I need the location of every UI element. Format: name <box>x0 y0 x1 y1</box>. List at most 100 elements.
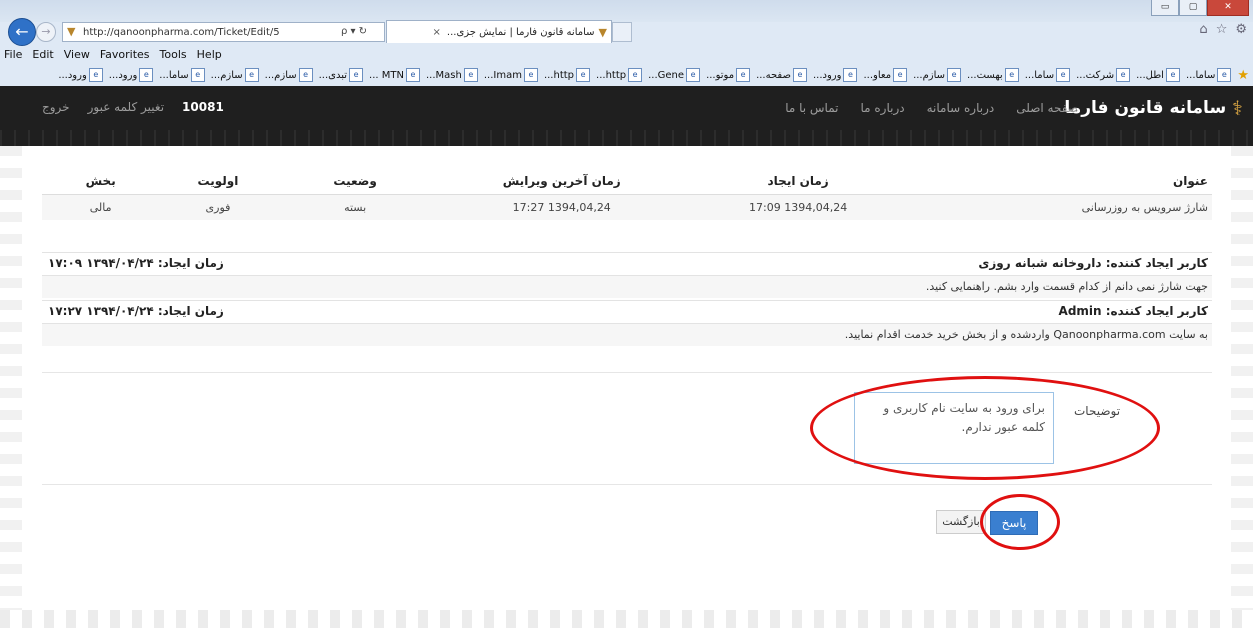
favorite-link[interactable]: e شرکت... <box>1076 68 1131 82</box>
forward-button[interactable]: → <box>36 22 56 42</box>
favorite-link[interactable]: e ورود... <box>58 68 103 82</box>
change-password-link[interactable]: تغییر کلمه عبور <box>88 100 164 114</box>
favorite-link[interactable]: e ورود... <box>109 68 154 82</box>
favorite-link[interactable]: e http... <box>596 68 643 82</box>
address-bar[interactable]: ▼ http://qanoonpharma.com/Ticket/Edit/5 <box>62 22 326 42</box>
col-status: وضعیت <box>276 168 434 195</box>
favorite-link[interactable]: e ساما... <box>159 68 205 82</box>
message-text: به سایت Qanoonpharma.com واردشده و از بخ… <box>844 328 1208 341</box>
menu-help[interactable]: Help <box>197 48 222 64</box>
brand-name: سامانه قانون فارما <box>1064 98 1227 118</box>
page-icon: e <box>628 68 643 82</box>
favorite-link[interactable]: e معاو... <box>863 68 908 82</box>
favorite-link[interactable]: e MTN ... <box>369 68 420 82</box>
table-row: شارژ سرویس به روزرسانی 1394,04,24 17:09 … <box>42 194 1212 220</box>
message-header: کاربر ایجاد کننده: Admin زمان ایجاد: ۱۳۹… <box>42 300 1212 324</box>
site-favicon-icon: ▼ <box>67 25 76 38</box>
menu-favorites[interactable]: Favorites <box>100 48 150 64</box>
cell-section: مالی <box>42 194 160 220</box>
home-icon[interactable]: ⌂ <box>1199 22 1207 37</box>
col-section: بخش <box>42 168 160 195</box>
message-created: زمان ایجاد: ۱۳۹۴/۰۴/۲۴ ۱۷:۲۷ <box>48 304 224 318</box>
tab-favicon-icon: ▼ <box>598 25 607 39</box>
site-navbar: ⚕ سامانه قانون فارما صفحه اصلی درباره سا… <box>0 86 1253 130</box>
cell-title: شارژ سرویس به روزرسانی <box>906 194 1212 220</box>
message-body: جهت شارژ نمی دانم از کدام قسمت وارد بشم.… <box>42 276 1212 298</box>
favorite-link[interactable]: e Mash... <box>426 68 478 82</box>
user-id[interactable]: 10081 <box>182 100 224 114</box>
message-text: جهت شارژ نمی دانم از کدام قسمت وارد بشم.… <box>925 280 1208 293</box>
favorite-link[interactable]: e تبدی... <box>319 68 364 82</box>
message-created: زمان ایجاد: ۱۳۹۴/۰۴/۲۴ ۱۷:۰۹ <box>48 256 224 270</box>
page-icon: e <box>1217 68 1232 82</box>
browser-tool-icons: ⌂ ☆ ⚙ <box>1199 22 1247 37</box>
menu-edit[interactable]: Edit <box>32 48 53 64</box>
address-url[interactable]: http://qanoonpharma.com/Ticket/Edit/5 <box>83 27 280 38</box>
left-pattern <box>0 146 22 628</box>
ticket-content: عنوان زمان ایجاد زمان آخرین ویرایش وضعیت… <box>22 146 1231 610</box>
back-button-form[interactable]: بازگشت <box>936 510 986 534</box>
col-priority: اولویت <box>159 168 277 195</box>
cell-status: بسته <box>276 194 434 220</box>
back-button[interactable]: ← <box>8 18 36 46</box>
favorite-link[interactable]: e سازم... <box>265 68 313 82</box>
nav-about-system[interactable]: درباره سامانه <box>927 101 995 115</box>
tab-close-icon[interactable]: × <box>433 27 441 38</box>
col-title: عنوان <box>906 168 1212 195</box>
page-icon: e <box>1165 68 1180 82</box>
page-icon: e <box>88 68 103 82</box>
nav-about-us[interactable]: درباره ما <box>861 101 905 115</box>
favorite-link[interactable]: e ورود... <box>813 68 858 82</box>
menu-view[interactable]: View <box>64 48 90 64</box>
new-tab-button[interactable] <box>612 22 632 42</box>
page-icon: e <box>1116 68 1131 82</box>
cell-priority: فوری <box>159 194 277 220</box>
page-icon: e <box>190 68 205 82</box>
page-icon: e <box>298 68 313 82</box>
favorite-link[interactable]: e موتو... <box>706 68 751 82</box>
site-brand[interactable]: ⚕ سامانه قانون فارما <box>1064 96 1243 120</box>
caduceus-logo-icon: ⚕ <box>1232 96 1243 120</box>
favorite-link[interactable]: e سازم... <box>211 68 259 82</box>
favorite-link[interactable]: e Imam... <box>484 68 538 82</box>
page-icon: e <box>1004 68 1019 82</box>
favorite-link[interactable]: e بهست... <box>967 68 1019 82</box>
col-edited: زمان آخرین ویرایش <box>433 168 690 195</box>
ticket-table: عنوان زمان ایجاد زمان آخرین ویرایش وضعیت… <box>42 168 1212 220</box>
page-icon: e <box>463 68 478 82</box>
page-icon: e <box>686 68 701 82</box>
favorite-link[interactable]: e صفحه... <box>756 68 807 82</box>
nav-home[interactable]: صفحه اصلی <box>1016 101 1078 115</box>
page-icon: e <box>947 68 962 82</box>
right-pattern <box>1231 146 1253 628</box>
browser-tab[interactable]: × سامانه قانون فارما | نمایش جزی... ▼ <box>386 20 612 43</box>
page-icon: e <box>523 68 538 82</box>
menu-tools[interactable]: Tools <box>160 48 187 64</box>
page-icon: e <box>139 68 154 82</box>
menu-file[interactable]: File <box>4 48 22 64</box>
favorite-link[interactable]: e سازم... <box>913 68 962 82</box>
favorites-star-icon[interactable]: ☆ <box>1216 22 1228 37</box>
bottom-pattern <box>0 610 1253 628</box>
favorite-link[interactable]: e Gene... <box>648 68 701 82</box>
message-header: کاربر ایجاد کننده: داروخانه شبانه روزی ز… <box>42 252 1212 276</box>
address-controls[interactable]: ρ ▾ ↻ <box>324 22 385 42</box>
navigation-row: ← → ▼ http://qanoonpharma.com/Ticket/Edi… <box>0 14 1253 48</box>
settings-gear-icon[interactable]: ⚙ <box>1235 22 1247 37</box>
favorite-link[interactable]: e http... <box>544 68 591 82</box>
nav-contact[interactable]: تماس با ما <box>785 101 838 115</box>
form-divider <box>42 484 1212 485</box>
page-icon: e <box>1056 68 1071 82</box>
favorites-bar-star-icon[interactable]: ★ <box>1237 68 1249 83</box>
message-author: کاربر ایجاد کننده: Admin <box>1058 304 1208 318</box>
logout-link[interactable]: خروج <box>42 100 70 114</box>
favorite-link[interactable]: e ساما... <box>1025 68 1071 82</box>
page-icon: e <box>893 68 908 82</box>
cell-created: 1394,04,24 17:09 <box>689 194 907 220</box>
favorite-link[interactable]: e ساما... <box>1186 68 1232 82</box>
table-header-row: عنوان زمان ایجاد زمان آخرین ویرایش وضعیت… <box>42 168 1212 195</box>
favorite-link[interactable]: e اطل... <box>1136 68 1180 82</box>
annotation-circle <box>810 376 1160 480</box>
page-icon: e <box>736 68 751 82</box>
tab-title: سامانه قانون فارما | نمایش جزی... <box>446 26 595 38</box>
